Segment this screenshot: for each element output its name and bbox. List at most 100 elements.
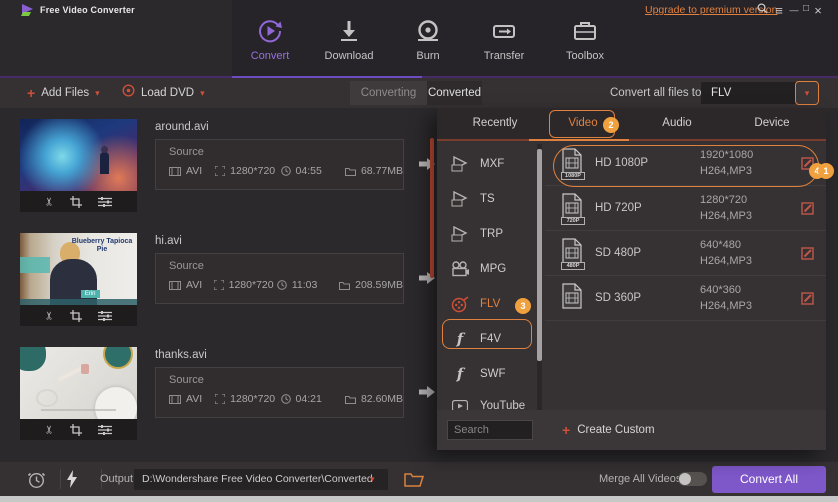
edit-preset-icon[interactable]: [801, 247, 814, 265]
output-path: D:\Wondershare Free Video Converter\Conv…: [142, 473, 373, 485]
source-info-box: Source AVI 1280*720 04:55 68.77MB: [155, 139, 404, 190]
tab-recently[interactable]: Recently: [455, 108, 535, 139]
output-label: Output: [100, 473, 134, 485]
film-reel-icon: [449, 295, 471, 313]
tab-toolbox[interactable]: Toolbox: [550, 15, 620, 73]
flash-icon: f: [456, 364, 464, 383]
step-badge-3: 3: [515, 298, 531, 314]
convert-all-button[interactable]: Convert All: [712, 466, 826, 493]
effects-icon[interactable]: [98, 424, 113, 436]
toolbox-icon: [550, 15, 620, 47]
format-mxf[interactable]: MXF: [437, 151, 537, 177]
arrow-right-icon: [419, 386, 435, 398]
transfer-icon: [469, 15, 539, 47]
download-icon: [314, 15, 384, 47]
edit-preset-icon[interactable]: [801, 202, 814, 220]
file-duration: 04:55: [295, 165, 322, 177]
thumbnail-decor: [20, 347, 46, 371]
file-format: AVI: [186, 165, 203, 177]
format-trp[interactable]: TRP: [437, 221, 537, 247]
resolution-icon: [215, 166, 226, 176]
file-size: 82.60MB: [360, 393, 403, 405]
caret-down-icon: ▾: [804, 87, 810, 98]
search-icon[interactable]: [755, 3, 769, 17]
tab-converted[interactable]: Converted: [427, 81, 482, 105]
preset-sd-480p[interactable]: 480P SD 480P 640*480 H264,MP3: [545, 231, 826, 276]
close-icon[interactable]: ×: [811, 3, 825, 18]
format-swf[interactable]: f SWF: [437, 361, 537, 387]
search-input[interactable]: [447, 420, 533, 440]
format-icon: [169, 394, 181, 404]
file-resolution: 1280*720: [230, 393, 276, 405]
file-name: hi.avi: [155, 235, 182, 247]
effects-icon[interactable]: [98, 310, 113, 322]
load-dvd-button[interactable]: Load DVD ▾: [122, 78, 205, 108]
video-file-icon: [449, 156, 471, 172]
resolution-icon: [215, 394, 226, 404]
format-scrollbar[interactable]: [537, 149, 542, 361]
merge-toggle[interactable]: [678, 472, 707, 486]
app-window: Free Video Converter Upgrade to premium …: [0, 0, 838, 502]
tab-burn[interactable]: Burn: [393, 15, 463, 73]
app-logo-icon: [21, 3, 36, 21]
list-scrollbar[interactable]: [430, 138, 434, 278]
step-badge-1: 1: [818, 163, 834, 179]
create-custom-button[interactable]: + Create Custom: [562, 410, 655, 450]
trim-icon[interactable]: ✂: [43, 424, 56, 435]
preset-file-icon: 480P: [561, 238, 587, 270]
video-file-icon: [449, 191, 471, 207]
high-speed-icon[interactable]: [66, 462, 78, 496]
crop-icon[interactable]: [70, 195, 83, 208]
trim-icon[interactable]: ✂: [43, 196, 56, 207]
file-name: thanks.avi: [155, 349, 207, 361]
crop-icon[interactable]: [70, 423, 83, 436]
tab-converting[interactable]: Converting: [350, 81, 427, 105]
flash-icon: f: [456, 329, 464, 348]
file-row-hi[interactable]: Blueberry Tapioca Pie Erin ✂ hi.avi Sour…: [0, 233, 437, 347]
dvd-icon: [122, 84, 135, 102]
tab-convert[interactable]: Convert: [235, 15, 305, 73]
tab-device[interactable]: Device: [742, 108, 802, 139]
format-f4v[interactable]: f F4V: [437, 326, 537, 352]
video-file-icon: [449, 226, 471, 242]
output-path-select[interactable]: D:\Wondershare Free Video Converter\Conv…: [134, 469, 388, 490]
preset-sd-360p[interactable]: SD 360P 640*360 H264,MP3: [545, 276, 826, 321]
caret-down-icon: ▾: [370, 474, 375, 484]
toggle-knob: [679, 473, 691, 485]
format-ts[interactable]: TS: [437, 186, 537, 212]
thumbnail-figure: [99, 146, 109, 175]
tab-transfer[interactable]: Transfer: [469, 15, 539, 73]
file-name: around.avi: [155, 121, 209, 133]
menu-icon[interactable]: ≡: [772, 3, 786, 18]
preset-file-icon: [561, 283, 587, 315]
duration-icon: [276, 280, 287, 290]
convert-all-files-label: Convert all files to:: [610, 87, 705, 99]
tab-audio[interactable]: Audio: [647, 108, 707, 139]
clip-toolbar: ✂: [20, 191, 137, 212]
file-size: 208.59MB: [355, 279, 403, 291]
schedule-icon[interactable]: [27, 462, 46, 496]
format-mpg[interactable]: MPG: [437, 256, 537, 282]
file-duration: 11:03: [291, 279, 318, 291]
format-dropdown-button[interactable]: ▾: [795, 81, 819, 105]
size-icon: [344, 167, 356, 176]
trim-icon[interactable]: ✂: [43, 310, 56, 321]
plus-icon: +: [562, 422, 571, 438]
plus-icon: +: [27, 85, 36, 101]
file-row-around[interactable]: ✂ around.avi Source AVI 1280*720 04:55 6…: [0, 119, 437, 233]
file-row-thanks[interactable]: ✂ thanks.avi Source AVI 1280*720 04:21 8…: [0, 347, 437, 461]
effects-icon[interactable]: [98, 196, 113, 208]
format-icon: [169, 166, 181, 176]
titlebar: Free Video Converter Upgrade to premium …: [0, 0, 838, 76]
tab-download[interactable]: Download: [314, 15, 384, 73]
preset-hd-720p[interactable]: 720P HD 720P 1280*720 H264,MP3: [545, 186, 826, 231]
thumbnail-decor: [103, 347, 133, 369]
edit-preset-icon[interactable]: [801, 292, 814, 310]
preset-file-icon: 720P: [561, 193, 587, 225]
size-icon: [339, 281, 351, 290]
source-label: Source: [169, 260, 204, 272]
open-folder-icon[interactable]: [404, 462, 424, 496]
crop-icon[interactable]: [70, 309, 83, 322]
merge-all-videos-label: Merge All Videos: [599, 473, 682, 485]
add-files-button[interactable]: + Add Files ▾: [27, 78, 100, 108]
